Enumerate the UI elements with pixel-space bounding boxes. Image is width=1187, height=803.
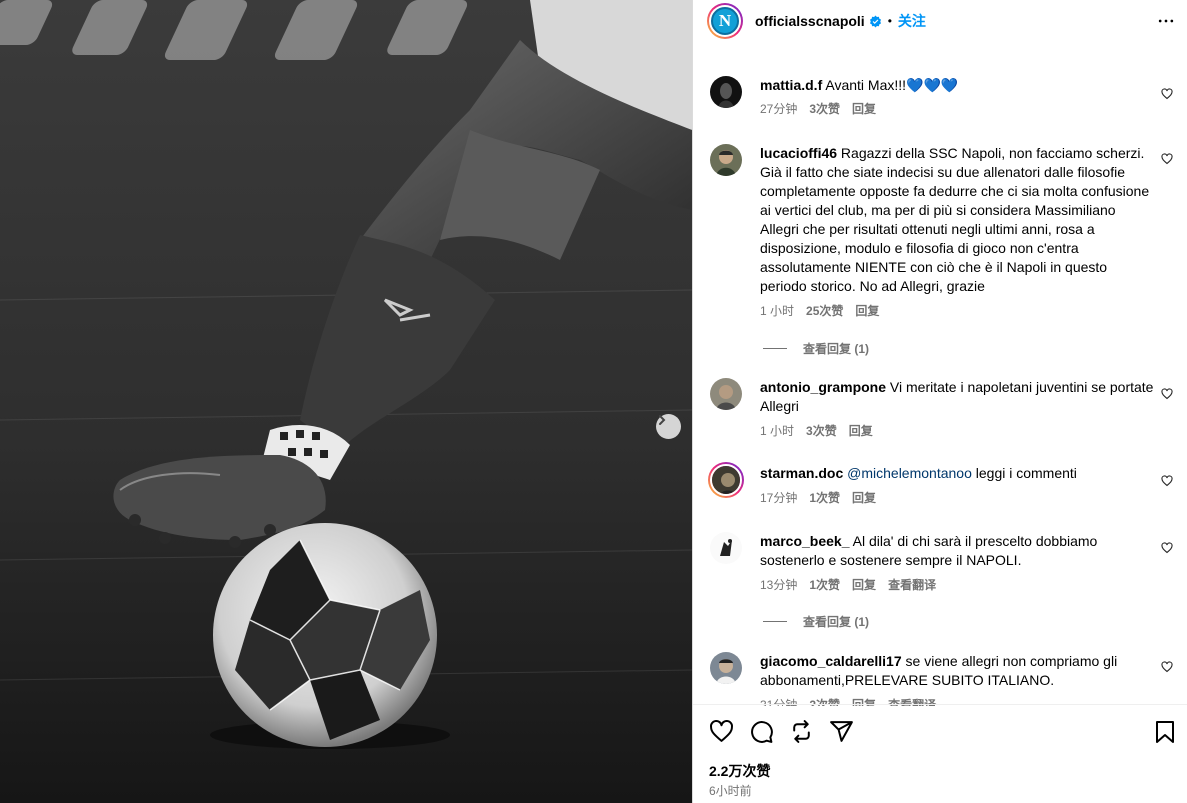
napoli-logo: N (711, 7, 739, 35)
comment-age[interactable]: 27分钟 (760, 100, 797, 119)
comment-age[interactable]: 1 小时 (760, 302, 794, 321)
heart-icon (1161, 388, 1173, 400)
heart-icon (1161, 88, 1173, 100)
comment-age[interactable]: 1 小时 (760, 422, 794, 441)
account-avatar[interactable]: N (707, 3, 743, 39)
comment-like-button[interactable] (1161, 387, 1173, 403)
comment-likes[interactable]: 3次赞 (809, 100, 840, 119)
view-replies-label: 查看回复 (1) (803, 342, 870, 356)
translate-button[interactable]: 查看翻译 (888, 576, 936, 595)
comment-username[interactable]: starman.doc (760, 465, 843, 481)
comment-username[interactable]: giacomo_caldarelli17 (760, 653, 902, 669)
football-photo (0, 0, 692, 803)
reply-button[interactable]: 回复 (852, 576, 876, 595)
comment-username[interactable]: antonio_grampone (760, 379, 886, 395)
comment-like-button[interactable] (1161, 541, 1173, 557)
comments-list[interactable]: mattia.d.f Avanti Max!!!💙💙💙 27分钟 3次赞 回复 … (693, 56, 1187, 706)
heart-icon (1161, 542, 1173, 554)
comment-likes[interactable]: 25次赞 (806, 302, 843, 321)
comment-username[interactable]: lucacioffi46 (760, 145, 837, 161)
save-button[interactable] (1154, 720, 1176, 747)
replies-line (763, 621, 787, 622)
more-icon (1158, 19, 1174, 23)
likes-count[interactable]: 2.2万次赞 (709, 761, 770, 781)
heart-icon (1161, 153, 1173, 165)
comment-age[interactable]: 17分钟 (760, 489, 797, 508)
bookmark-icon (1156, 721, 1174, 743)
avatar[interactable] (710, 76, 742, 108)
heart-icon (1161, 475, 1173, 487)
comment-like-button[interactable] (1161, 660, 1173, 676)
like-button[interactable] (709, 719, 734, 747)
reply-button[interactable]: 回复 (855, 302, 879, 321)
separator-dot: • (887, 14, 892, 28)
send-icon (830, 721, 853, 742)
post-actions: 2.2万次赞 6小时前 (693, 704, 1187, 803)
post-image (0, 0, 692, 803)
heart-icon (710, 720, 733, 742)
post-header: N officialsscnapoli • 关注 (693, 0, 1187, 42)
comment-mention[interactable]: @michelemontanoo (847, 465, 972, 481)
repost-button[interactable] (789, 719, 814, 747)
comment-text: leggi i commenti (971, 465, 1077, 481)
view-replies-button[interactable]: 查看回复 (1) (763, 340, 869, 357)
avatar[interactable] (710, 378, 742, 410)
comment-text: Ragazzi della SSC Napoli, non facciamo s… (760, 145, 1150, 294)
post-time[interactable]: 6小时前 (709, 782, 752, 799)
verified-icon (869, 15, 882, 28)
comment-age[interactable]: 13分钟 (760, 576, 797, 595)
comment-username[interactable]: marco_beek_ (760, 533, 850, 549)
view-replies-label: 查看回复 (1) (803, 615, 870, 629)
reply-button[interactable]: 回复 (849, 422, 873, 441)
avatar[interactable] (710, 532, 742, 564)
next-image-button[interactable] (656, 414, 681, 439)
heart-icon (1161, 661, 1173, 673)
reply-button[interactable]: 回复 (852, 100, 876, 119)
replies-line (763, 348, 787, 349)
share-icon (793, 720, 810, 743)
comment-like-button[interactable] (1161, 474, 1173, 490)
comment-button[interactable] (749, 719, 774, 747)
comment-text: Avanti Max!!!💙💙💙 (825, 77, 959, 93)
account-name[interactable]: officialsscnapoli (755, 13, 865, 29)
comment-icon (751, 721, 773, 743)
comment-username[interactable]: mattia.d.f (760, 77, 822, 93)
comment-likes[interactable]: 3次赞 (806, 422, 837, 441)
send-button[interactable] (829, 719, 854, 747)
comment-likes[interactable]: 1次赞 (809, 576, 840, 595)
more-options-button[interactable] (1156, 11, 1176, 34)
follow-button[interactable]: 关注 (898, 11, 926, 31)
view-replies-button[interactable]: 查看回复 (1) (763, 613, 869, 630)
avatar[interactable] (710, 144, 742, 176)
chevron-right-icon (659, 415, 666, 425)
comment-likes[interactable]: 1次赞 (809, 489, 840, 508)
avatar[interactable] (708, 462, 744, 498)
comment-like-button[interactable] (1161, 152, 1173, 168)
comment-like-button[interactable] (1161, 87, 1173, 103)
avatar[interactable] (710, 652, 742, 684)
post-panel: N officialsscnapoli • 关注 mattia.d.f Avan… (692, 0, 1187, 803)
reply-button[interactable]: 回复 (852, 489, 876, 508)
